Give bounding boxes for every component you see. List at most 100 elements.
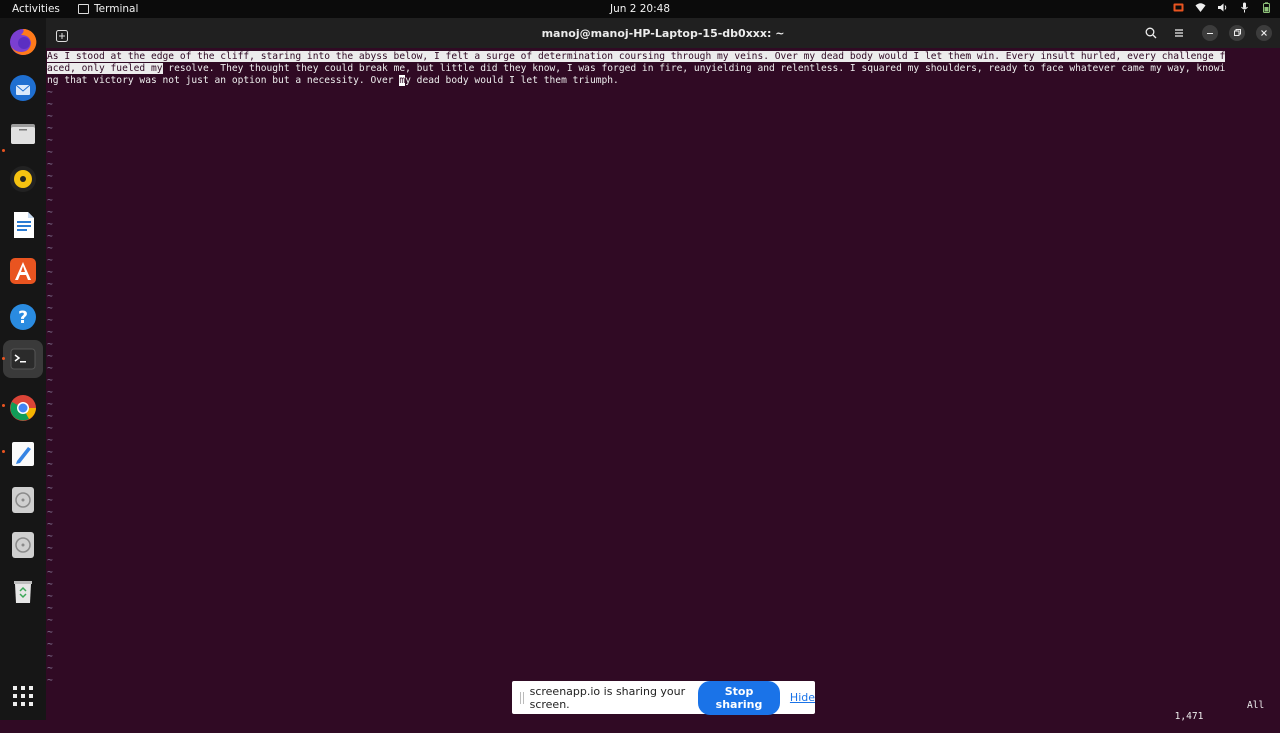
disc-icon[interactable]: [8, 530, 38, 560]
battery-icon[interactable]: [1261, 2, 1272, 13]
selected-text: aced, only fueled my: [47, 63, 163, 74]
activities-button[interactable]: Activities: [12, 3, 60, 15]
tilde-marker: ~: [47, 339, 53, 350]
terminal-content[interactable]: As I stood at the edge of the cliff, sta…: [47, 51, 1273, 715]
tilde-marker: ~: [47, 567, 53, 578]
running-indicator: [2, 357, 5, 360]
tilde-marker: ~: [47, 207, 53, 218]
tilde-marker: ~: [47, 219, 53, 230]
top-bar: Activities Terminal Jun 2 20:48: [0, 0, 1280, 18]
tilde-marker: ~: [47, 279, 53, 290]
tilde-marker: ~: [47, 99, 53, 110]
tilde-marker: ~: [47, 423, 53, 434]
tilde-marker: ~: [47, 435, 53, 446]
tilde-marker: ~: [47, 303, 53, 314]
tilde-marker: ~: [47, 267, 53, 278]
drag-handle-icon[interactable]: [520, 691, 524, 704]
tilde-marker: ~: [47, 471, 53, 482]
tilde-marker: ~: [47, 495, 53, 506]
sharing-message: screenapp.io is sharing your screen.: [529, 684, 686, 711]
minimize-button[interactable]: [1202, 25, 1218, 41]
tilde-marker: ~: [47, 243, 53, 254]
tilde-marker: ~: [47, 363, 53, 374]
text-run: ng that victory was not just an option b…: [47, 75, 400, 86]
system-tray[interactable]: [1173, 2, 1272, 13]
vim-status-line: 1,471 All: [1163, 700, 1265, 733]
terminal-icon[interactable]: [8, 344, 38, 374]
text-run: y dead body would I let them triumph.: [405, 75, 619, 86]
search-icon[interactable]: [1142, 24, 1160, 42]
clock[interactable]: Jun 2 20:48: [0, 3, 1280, 15]
text-line-2: aced, only fueled my resolve. They thoug…: [47, 63, 1273, 75]
tilde-marker: ~: [47, 531, 53, 542]
terminal-small-icon: [78, 4, 89, 14]
tilde-marker: ~: [47, 87, 53, 98]
stop-sharing-button[interactable]: Stop sharing: [698, 680, 780, 715]
tilde-marker: ~: [47, 351, 53, 362]
close-button[interactable]: [1256, 25, 1272, 41]
microphone-icon[interactable]: [1239, 2, 1250, 13]
tilde-marker: ~: [47, 147, 53, 158]
tilde-marker: ~: [47, 483, 53, 494]
tilde-marker: ~: [47, 111, 53, 122]
screen-share-icon[interactable]: [1173, 2, 1184, 13]
tilde-marker: ~: [47, 159, 53, 170]
tilde-marker: ~: [47, 519, 53, 530]
tilde-marker: ~: [47, 195, 53, 206]
tilde-marker: ~: [47, 387, 53, 398]
selected-text: As I stood at the edge of the cliff, sta…: [47, 51, 1226, 62]
scroll-position: All: [1247, 700, 1265, 711]
thunderbird-icon[interactable]: [8, 73, 38, 103]
text-editor-icon[interactable]: [8, 439, 38, 469]
trash-icon[interactable]: [8, 576, 38, 606]
tilde-marker: ~: [47, 315, 53, 326]
tilde-marker: ~: [47, 291, 53, 302]
tilde-marker: ~: [47, 639, 53, 650]
hide-link[interactable]: Hide: [790, 691, 815, 704]
running-indicator: [2, 404, 5, 407]
app-menu[interactable]: Terminal: [78, 3, 138, 15]
tilde-marker: ~: [47, 459, 53, 470]
empty-line-markers: ~ ~ ~ ~ ~ ~ ~ ~ ~ ~ ~ ~ ~ ~ ~ ~ ~ ~ ~ ~ ~ ~ ~ ~ ~ ~ ~ ~ ~ ~ ~ ~ ~ ~ ~ ~ ~ ~ ~ ~…: [47, 87, 53, 687]
tilde-marker: ~: [47, 255, 53, 266]
tilde-marker: ~: [47, 579, 53, 590]
firefox-icon[interactable]: [8, 27, 38, 57]
disc-icon[interactable]: [8, 485, 38, 515]
text-run: resolve. They thought they could break m…: [162, 63, 1226, 74]
screen-sharing-banner: screenapp.io is sharing your screen. Sto…: [512, 680, 815, 715]
window-title: manoj@manoj-HP-Laptop-15-db0xxx: ~: [541, 27, 785, 40]
dock: ?: [0, 18, 46, 720]
files-icon[interactable]: [8, 118, 38, 148]
tilde-marker: ~: [47, 651, 53, 662]
help-icon[interactable]: ?: [8, 302, 38, 332]
app-menu-label: Terminal: [94, 3, 139, 15]
writer-icon[interactable]: [8, 210, 38, 240]
svg-text:?: ?: [18, 308, 28, 328]
text-line-1: As I stood at the edge of the cliff, sta…: [47, 51, 1273, 63]
tilde-marker: ~: [47, 135, 53, 146]
tilde-marker: ~: [47, 171, 53, 182]
app-grid-icon[interactable]: [8, 681, 38, 711]
tilde-marker: ~: [47, 591, 53, 602]
tilde-marker: ~: [47, 123, 53, 134]
tilde-marker: ~: [47, 603, 53, 614]
running-indicator: [2, 149, 5, 152]
text-line-3: ng that victory was not just an option b…: [47, 75, 1273, 87]
tilde-marker: ~: [47, 543, 53, 554]
tilde-marker: ~: [47, 663, 53, 674]
restore-button[interactable]: [1229, 25, 1245, 41]
tilde-marker: ~: [47, 555, 53, 566]
tilde-marker: ~: [47, 183, 53, 194]
tilde-marker: ~: [47, 231, 53, 242]
app-center-icon[interactable]: [8, 256, 38, 286]
chrome-icon[interactable]: [8, 393, 38, 423]
terminal-titlebar: manoj@manoj-HP-Laptop-15-db0xxx: ~: [46, 18, 1280, 48]
tilde-marker: ~: [47, 507, 53, 518]
tilde-marker: ~: [47, 375, 53, 386]
volume-icon[interactable]: [1217, 2, 1228, 13]
rhythmbox-icon[interactable]: [8, 164, 38, 194]
tilde-marker: ~: [47, 411, 53, 422]
hamburger-menu-icon[interactable]: [1170, 24, 1188, 42]
tilde-marker: ~: [47, 675, 53, 686]
wifi-icon[interactable]: [1195, 2, 1206, 13]
